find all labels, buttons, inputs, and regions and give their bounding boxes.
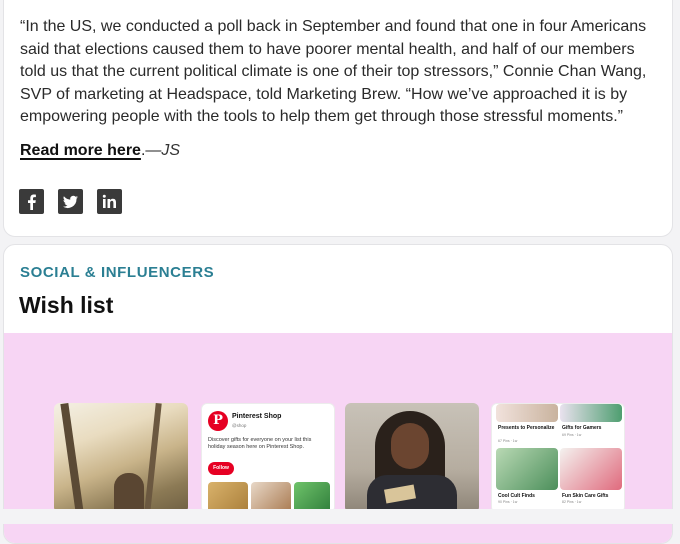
pinterest-shop-tile: P Pinterest Shop @shop Discover gifts fo… xyxy=(201,403,335,513)
shop-handle: @shop xyxy=(232,423,247,428)
social-influencers-card: SOCIAL & INFLUENCERS Wish list P Pintere… xyxy=(3,244,673,544)
facebook-icon[interactable] xyxy=(19,189,44,214)
story-card: “In the US, we conducted a poll back in … xyxy=(3,0,673,237)
photo-tile-outdoor xyxy=(54,403,188,513)
linkedin-icon[interactable] xyxy=(97,189,122,214)
photo-tile-woman xyxy=(345,403,479,513)
board-meta: 82 Pins · 1w xyxy=(562,500,582,504)
author-signature: JS xyxy=(161,142,181,159)
board-name: Cool Cult Finds xyxy=(498,493,535,499)
board-name: Presents to Personalize xyxy=(498,425,555,431)
board-name: Fun Skin Care Gifts xyxy=(562,493,609,499)
pinterest-boards-tile: Presents to Personalize 67 Pins · 1w Gif… xyxy=(491,403,625,513)
read-more-line: Read more here.—JS xyxy=(20,142,180,160)
shop-name: Pinterest Shop xyxy=(232,413,282,420)
share-bar xyxy=(19,189,122,214)
read-more-suffix: .— xyxy=(140,142,162,159)
shop-description: Discover gifts for everyone on your list… xyxy=(208,437,312,450)
story-quote: “In the US, we conducted a poll back in … xyxy=(20,18,647,125)
board-meta: 90 Pins · 1w xyxy=(498,500,518,504)
page-footer-strip xyxy=(0,509,680,524)
board-name: Gifts for Gamers xyxy=(562,425,602,431)
pinterest-logo-icon: P xyxy=(208,411,228,431)
twitter-icon[interactable] xyxy=(58,189,83,214)
person-figure xyxy=(114,473,144,513)
follow-button: Follow xyxy=(208,462,234,475)
section-label: SOCIAL & INFLUENCERS xyxy=(20,264,215,281)
board-meta: 69 Pins · 1w xyxy=(562,433,582,437)
story-headline: Wish list xyxy=(19,292,114,318)
read-more-link[interactable]: Read more here xyxy=(20,142,141,159)
board-meta: 67 Pins · 1w xyxy=(498,439,518,443)
